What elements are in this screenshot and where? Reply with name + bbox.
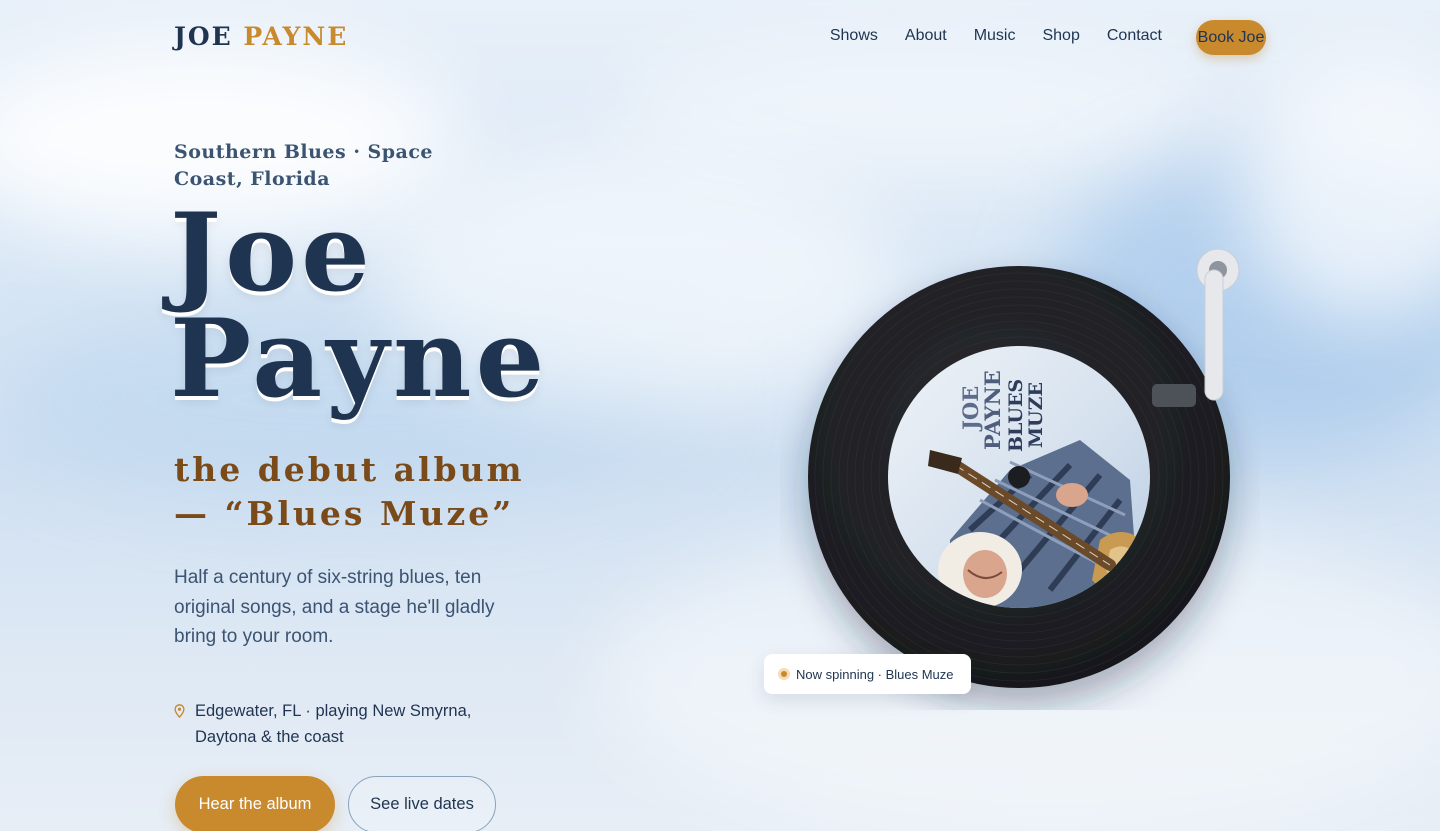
hero-eyebrow: Southern Blues · Space Coast, Florida bbox=[174, 141, 434, 190]
hero-blurb: Half a century of six-string blues, ten … bbox=[174, 567, 495, 647]
hear-album-button[interactable]: Hear the album bbox=[175, 776, 335, 831]
now-spinning-text: Now spinning · Blues Muze bbox=[796, 666, 954, 682]
nav-links: Shows About Music Shop Contact bbox=[830, 27, 1162, 45]
top-nav: JOE PAYNE Shows About Music Shop Contact… bbox=[0, 0, 1440, 74]
tonearm[interactable] bbox=[1196, 248, 1240, 408]
nav-link-music[interactable]: Music bbox=[974, 27, 1016, 45]
vinyl-record[interactable]: JOE PAYNE BLUES MUZE bbox=[780, 240, 1260, 710]
map-pin-icon bbox=[174, 704, 185, 718]
label-text-payne: PAYNE bbox=[980, 370, 1005, 450]
nav-link-about[interactable]: About bbox=[905, 27, 947, 45]
see-live-dates-button[interactable]: See live dates bbox=[348, 776, 496, 831]
album-tagline: the debut album — “Blues Muze” bbox=[174, 450, 525, 533]
label-text-muze: MUZE bbox=[1025, 382, 1047, 448]
site-logo[interactable]: JOE PAYNE bbox=[174, 22, 348, 51]
nav-link-contact[interactable]: Contact bbox=[1107, 27, 1162, 45]
location-info: Edgewater, FL · playing New Smyrna, Dayt… bbox=[174, 698, 494, 750]
nav-link-shop[interactable]: Shop bbox=[1042, 27, 1079, 45]
vinyl-record-graphic: JOE PAYNE BLUES MUZE bbox=[808, 266, 1230, 688]
now-spinning-badge: Now spinning · Blues Muze bbox=[764, 654, 971, 694]
spindle bbox=[1008, 466, 1030, 488]
hero-title-line-1: Joe bbox=[170, 190, 374, 316]
logo-last-name: PAYNE bbox=[243, 22, 349, 51]
nav-link-shows[interactable]: Shows bbox=[830, 27, 878, 45]
hero-title-line-2: Payne bbox=[170, 296, 549, 422]
label-text-blues: BLUES bbox=[1005, 379, 1027, 452]
orange-dot-icon bbox=[778, 668, 790, 680]
location-text: Edgewater, FL · playing New Smyrna, Dayt… bbox=[195, 702, 472, 746]
logo-first-name: JOE bbox=[174, 22, 233, 51]
tonearm-head bbox=[1152, 384, 1196, 407]
hero-title: Joe Payne bbox=[170, 190, 549, 422]
book-joe-button[interactable]: Book Joe bbox=[1196, 20, 1266, 55]
